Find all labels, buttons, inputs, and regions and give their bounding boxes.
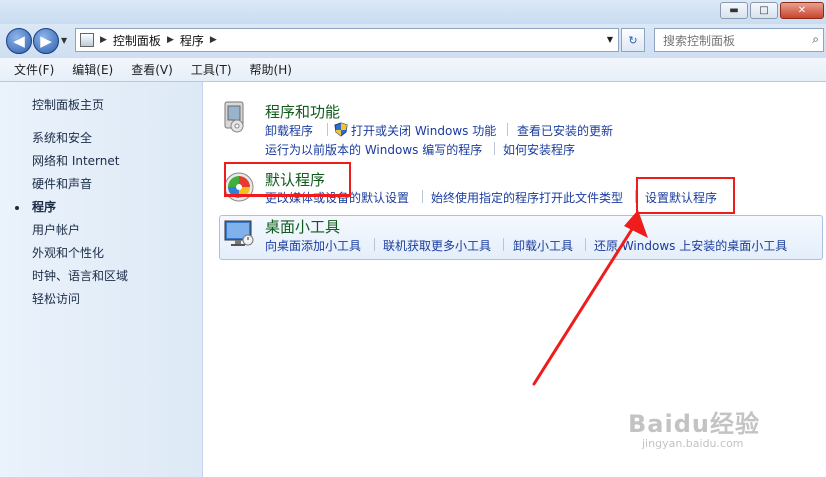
baidu-watermark: Baidu经验 jingyan.baidu.com bbox=[628, 404, 760, 450]
close-icon: ✕ bbox=[797, 5, 807, 16]
minimize-icon: ▬ bbox=[729, 5, 739, 16]
watermark-url: jingyan.baidu.com bbox=[642, 437, 744, 450]
link-add-gadgets[interactable]: 向桌面添加小工具 bbox=[265, 237, 361, 254]
control-panel-icon bbox=[80, 33, 94, 47]
breadcrumb-separator-icon[interactable]: ▶ bbox=[210, 35, 217, 45]
breadcrumb-separator-icon[interactable]: ▶ bbox=[100, 35, 107, 45]
maximize-icon: □ bbox=[759, 5, 769, 16]
search-input[interactable] bbox=[661, 30, 805, 52]
desktop-gadgets-icon bbox=[224, 220, 254, 246]
link-separator bbox=[327, 123, 328, 136]
link-separator bbox=[422, 190, 423, 203]
sidebar-item-network-internet[interactable]: 网络和 Internet bbox=[32, 152, 119, 169]
navigation-bar: ◀ ▶ ▼ ▶ 控制面板 ▶ 程序 ▶ ▼ ↻ ⌕ bbox=[0, 24, 826, 58]
sidebar-item-user-accounts[interactable]: 用户帐户 bbox=[32, 221, 80, 238]
title-bar: ▬ □ ✕ bbox=[0, 0, 826, 24]
watermark-brand: Baidu经验 bbox=[628, 410, 760, 438]
back-arrow-icon: ◀ bbox=[13, 32, 25, 50]
sidebar-item-control-panel-home[interactable]: 控制面板主页 bbox=[32, 96, 104, 113]
link-uninstall-program[interactable]: 卸载程序 bbox=[265, 122, 313, 139]
link-separator bbox=[507, 123, 508, 136]
link-separator bbox=[494, 142, 495, 155]
recent-pages-dropdown-icon[interactable]: ▼ bbox=[61, 36, 67, 45]
search-icon[interactable]: ⌕ bbox=[812, 32, 819, 47]
breadcrumb-control-panel[interactable]: 控制面板 bbox=[113, 32, 161, 49]
breadcrumb-programs[interactable]: 程序 bbox=[180, 32, 204, 49]
sidebar-item-appearance[interactable]: 外观和个性化 bbox=[32, 244, 104, 261]
current-item-bullet-icon bbox=[15, 206, 19, 210]
menu-view[interactable]: 查看(V) bbox=[131, 61, 173, 78]
link-separator bbox=[503, 238, 504, 251]
window-controls: ▬ □ ✕ bbox=[720, 2, 824, 19]
back-button[interactable]: ◀ bbox=[6, 28, 32, 54]
maximize-button[interactable]: □ bbox=[750, 2, 778, 19]
search-box: ⌕ bbox=[654, 28, 824, 52]
link-restore-gadgets[interactable]: 还原 Windows 上安装的桌面小工具 bbox=[594, 237, 787, 254]
address-bar[interactable]: ▶ 控制面板 ▶ 程序 ▶ ▼ bbox=[75, 28, 619, 52]
link-uninstall-gadget[interactable]: 卸载小工具 bbox=[513, 237, 573, 254]
menu-bar: 文件(F) 编辑(E) 查看(V) 工具(T) 帮助(H) bbox=[0, 58, 826, 82]
highlight-box-set-default-programs bbox=[636, 177, 735, 214]
refresh-icon: ↻ bbox=[628, 33, 638, 47]
highlight-box-default-programs-link bbox=[224, 186, 351, 197]
category-title-programs-features[interactable]: 程序和功能 bbox=[265, 101, 340, 122]
link-how-to-install[interactable]: 如何安装程序 bbox=[503, 141, 575, 158]
link-installed-updates[interactable]: 查看已安装的更新 bbox=[517, 122, 613, 139]
close-button[interactable]: ✕ bbox=[780, 2, 824, 19]
menu-help[interactable]: 帮助(H) bbox=[250, 61, 292, 78]
link-file-type-association[interactable]: 始终使用指定的程序打开此文件类型 bbox=[431, 189, 623, 206]
address-dropdown-icon[interactable]: ▼ bbox=[607, 35, 613, 44]
programs-features-icon bbox=[224, 101, 244, 133]
breadcrumb-separator-icon[interactable]: ▶ bbox=[167, 35, 174, 45]
sidebar-item-system-security[interactable]: 系统和安全 bbox=[32, 129, 92, 146]
sidebar-item-programs[interactable]: 程序 bbox=[32, 198, 56, 215]
forward-arrow-icon: ▶ bbox=[40, 32, 52, 50]
refresh-button[interactable]: ↻ bbox=[621, 28, 645, 52]
uac-shield-icon bbox=[334, 122, 348, 137]
minimize-button[interactable]: ▬ bbox=[720, 2, 748, 19]
menu-edit[interactable]: 编辑(E) bbox=[72, 61, 113, 78]
link-separator bbox=[585, 238, 586, 251]
sidebar-item-ease-of-access[interactable]: 轻松访问 bbox=[32, 290, 80, 307]
category-title-desktop-gadgets[interactable]: 桌面小工具 bbox=[265, 216, 340, 237]
sidebar: 控制面板主页 系统和安全 网络和 Internet 硬件和声音 程序 用户帐户 … bbox=[0, 82, 203, 477]
link-windows-features[interactable]: 打开或关闭 Windows 功能 bbox=[351, 122, 496, 139]
menu-tools[interactable]: 工具(T) bbox=[191, 61, 232, 78]
link-separator bbox=[374, 238, 375, 251]
link-run-older-programs[interactable]: 运行为以前版本的 Windows 编写的程序 bbox=[265, 141, 482, 158]
sidebar-item-clock-language-region[interactable]: 时钟、语言和区域 bbox=[32, 267, 128, 284]
forward-button[interactable]: ▶ bbox=[33, 28, 59, 54]
menu-file[interactable]: 文件(F) bbox=[14, 61, 54, 78]
sidebar-item-hardware-sound[interactable]: 硬件和声音 bbox=[32, 175, 92, 192]
link-get-more-gadgets[interactable]: 联机获取更多小工具 bbox=[383, 237, 491, 254]
